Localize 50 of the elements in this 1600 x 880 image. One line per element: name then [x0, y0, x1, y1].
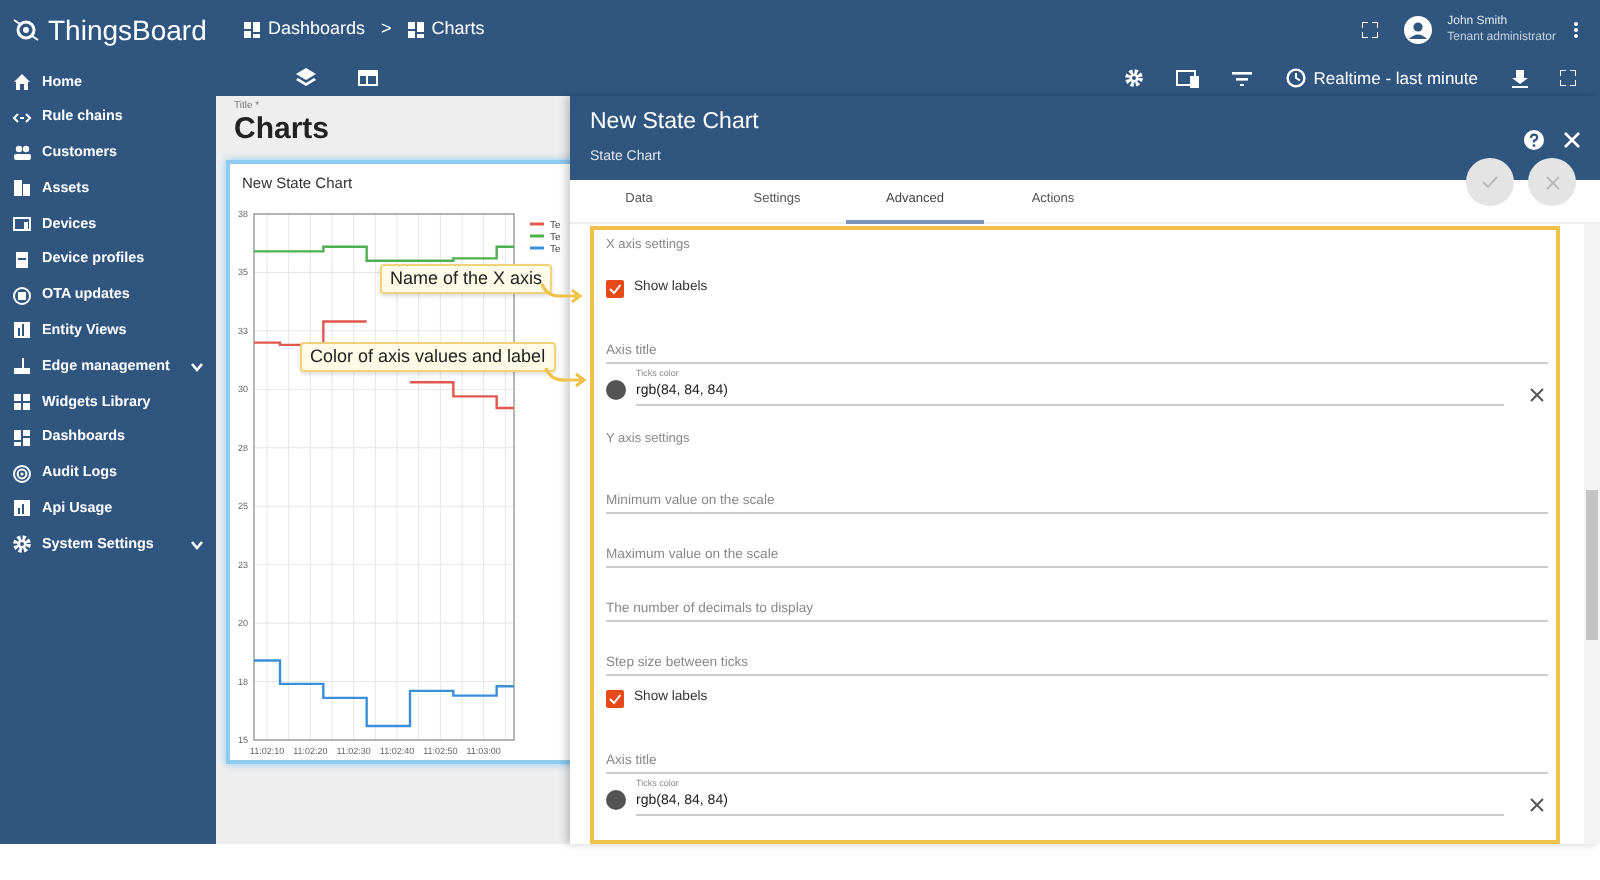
help-icon[interactable] [1524, 130, 1544, 150]
app-name: ThingsBoard [48, 11, 207, 50]
chart-icon [12, 320, 32, 341]
document-icon [12, 249, 32, 270]
scrollbar[interactable] [1584, 224, 1600, 844]
avatar-icon[interactable] [1403, 16, 1432, 44]
devices-icon [12, 214, 32, 235]
logo-icon [12, 16, 40, 44]
check-icon [1482, 176, 1498, 188]
callout: Name of the X axis [380, 264, 553, 294]
layers-icon[interactable] [296, 68, 316, 88]
breadcrumb-link[interactable]: Dashboards [268, 16, 366, 44]
code-icon [12, 107, 32, 128]
color-swatch[interactable] [606, 790, 626, 810]
dashboard-icon [12, 427, 32, 448]
panel-title: New State Chart [590, 108, 761, 138]
dashboard-icon [244, 22, 260, 38]
devices-icon[interactable] [1175, 69, 1200, 87]
settings-icon[interactable] [1123, 68, 1144, 88]
filter-icon[interactable] [1231, 70, 1252, 86]
chevron-icon[interactable] [190, 359, 204, 374]
checkbox[interactable] [606, 279, 624, 297]
building-icon [12, 178, 32, 199]
callout: Color of axis values and label [300, 342, 556, 372]
breadcrumb-link[interactable]: Charts [431, 16, 485, 44]
breadcrumb-separator: > [381, 16, 392, 43]
more-icon[interactable] [1572, 20, 1580, 40]
clock-icon [1285, 68, 1306, 88]
clear-icon[interactable] [1530, 798, 1544, 812]
chevron-icon[interactable] [190, 537, 204, 552]
cancel-button[interactable] [1528, 158, 1576, 206]
grid-icon [12, 392, 32, 413]
close-icon [1545, 175, 1559, 189]
apply-button[interactable] [1466, 158, 1514, 206]
settings-icon [12, 534, 32, 555]
layout-icon[interactable] [358, 70, 378, 86]
fullscreen-icon[interactable] [1560, 70, 1576, 86]
fullscreen-icon[interactable] [1361, 22, 1378, 38]
timewindow-button[interactable]: Realtime - last minute [1283, 63, 1480, 93]
dashboard-title: Charts [232, 112, 332, 150]
close-icon[interactable] [1564, 132, 1580, 148]
checkbox[interactable] [606, 689, 624, 707]
home-icon [12, 71, 32, 92]
clear-icon[interactable] [1530, 388, 1544, 402]
bar-chart-icon [12, 498, 32, 519]
people-icon [12, 142, 32, 163]
color-swatch[interactable] [606, 380, 626, 400]
download-icon[interactable] [1512, 69, 1528, 87]
fingerprint-icon [12, 463, 32, 484]
dashboard-icon [407, 22, 424, 38]
